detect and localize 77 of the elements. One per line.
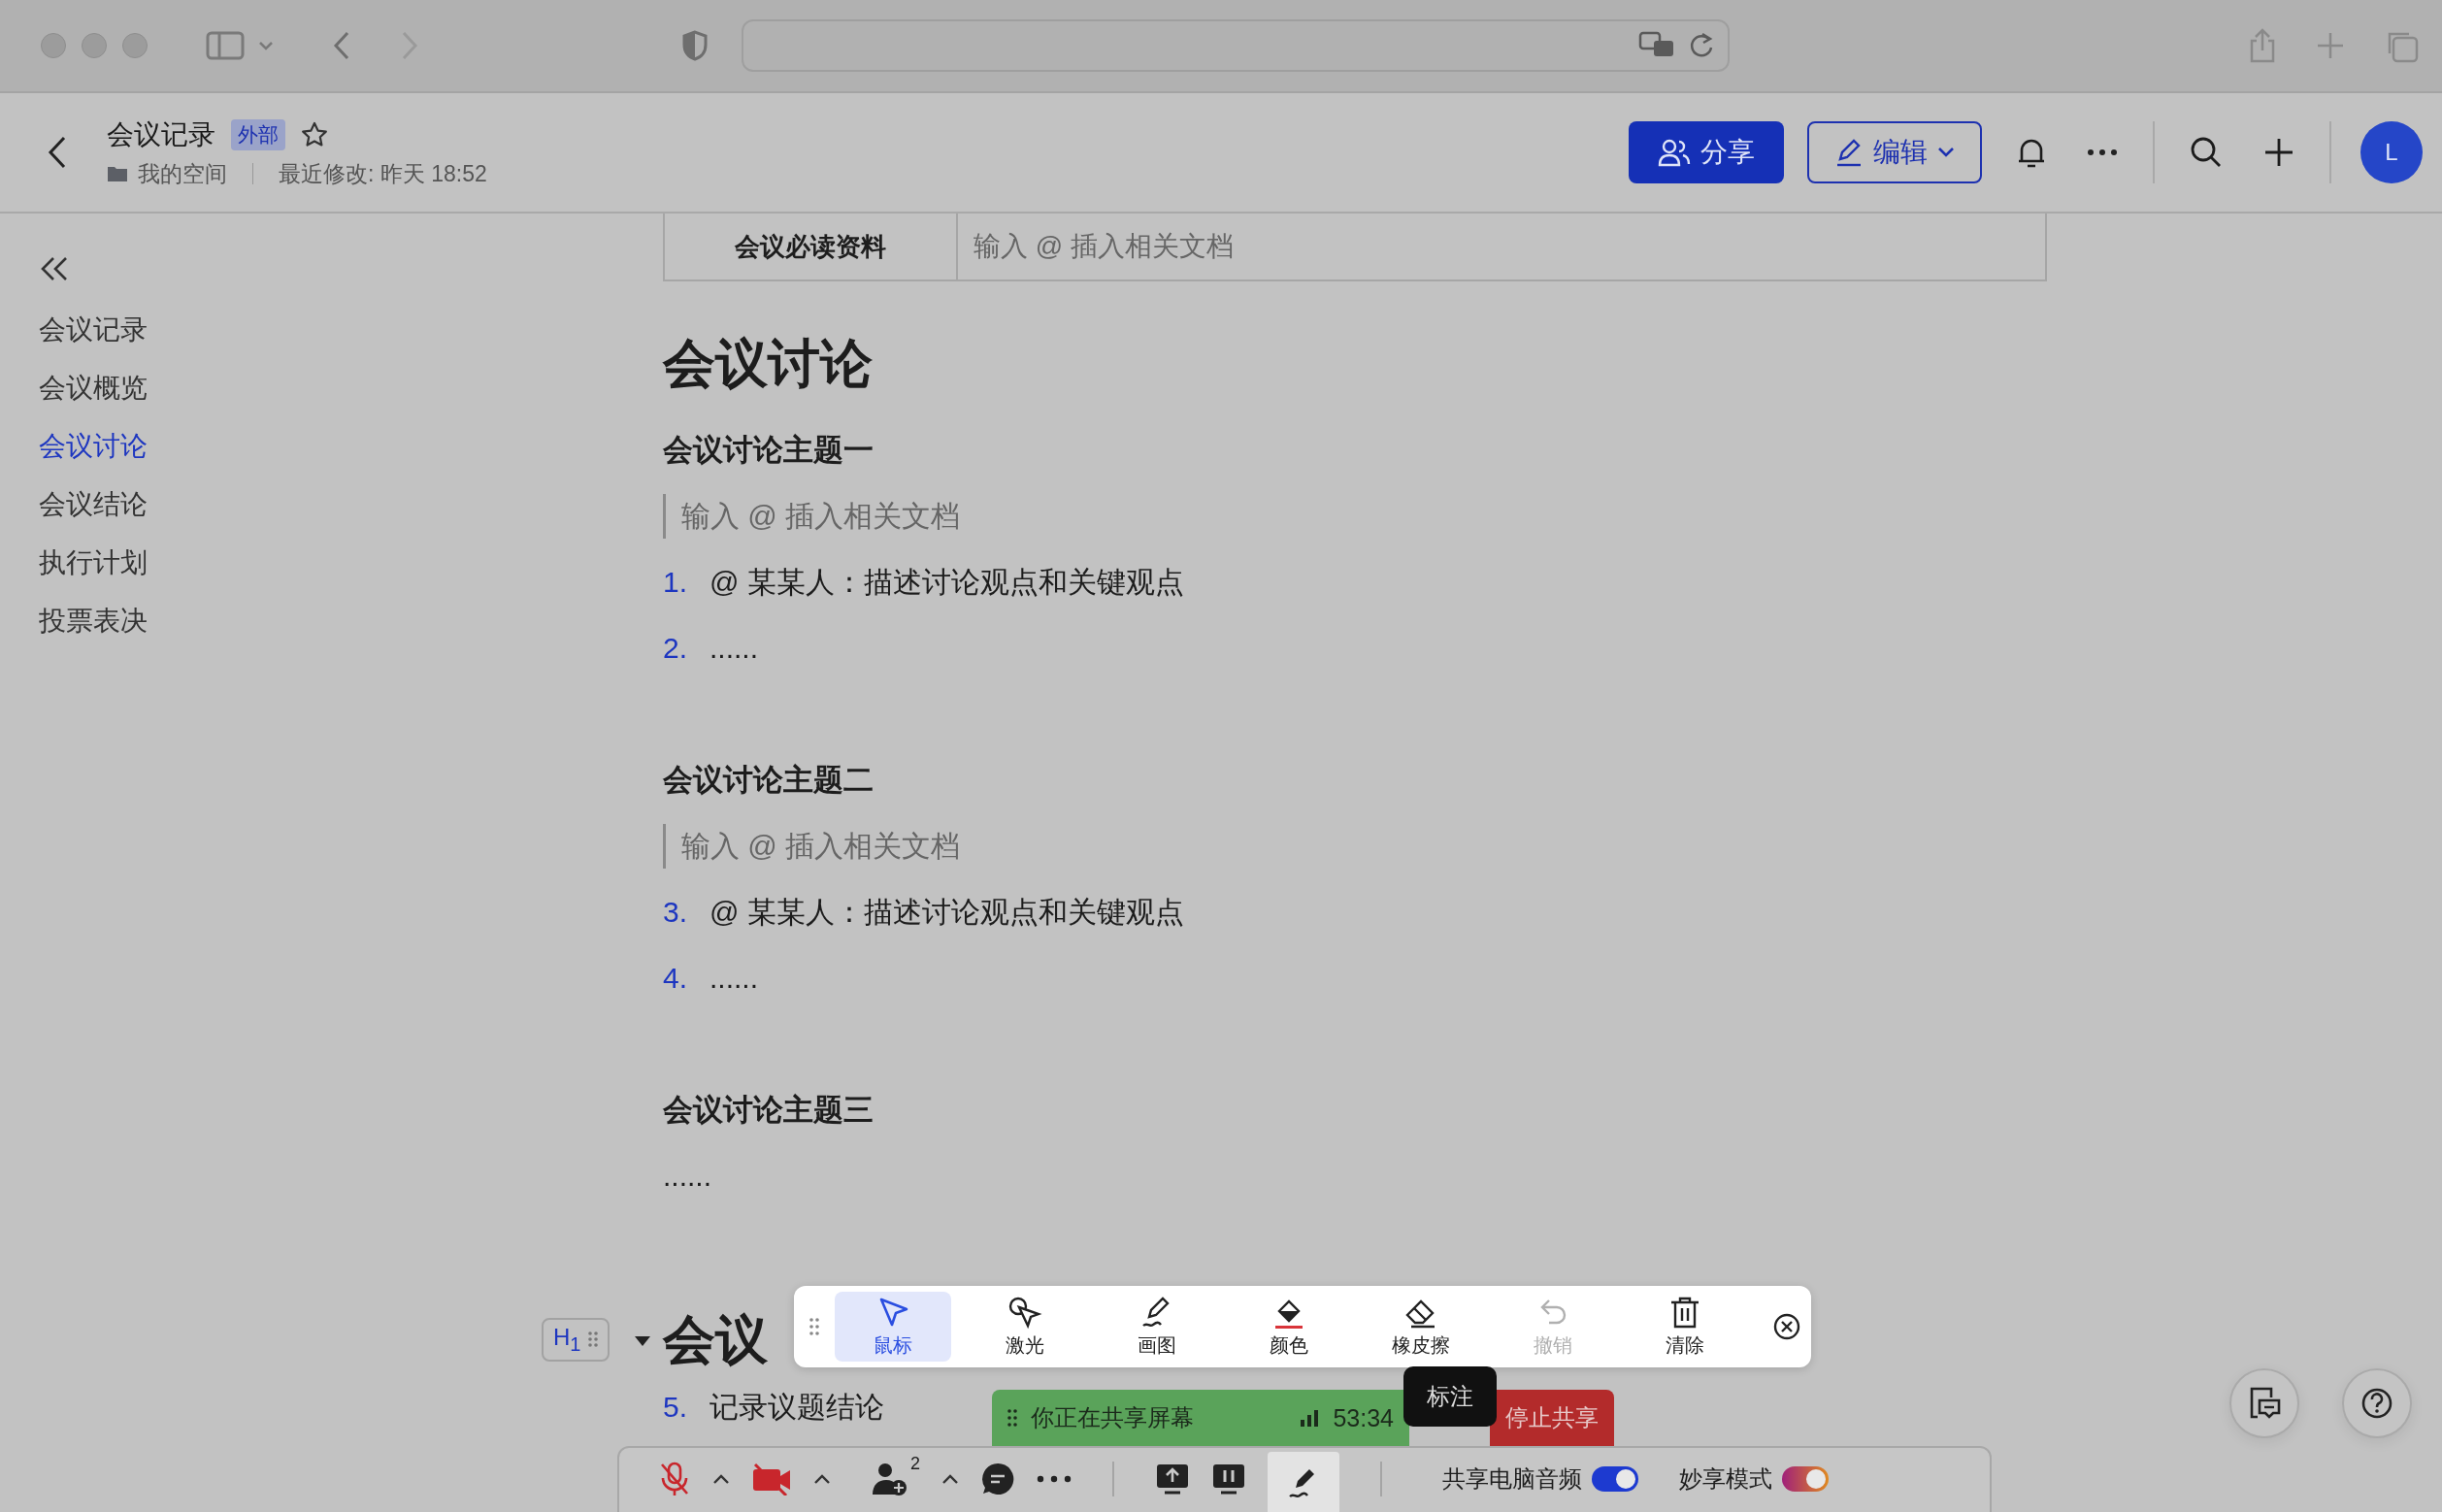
toggle-label: 共享电脑音频 — [1442, 1464, 1582, 1494]
sidebar-toggle-icon[interactable] — [206, 31, 245, 60]
reload-icon[interactable] — [1689, 32, 1714, 59]
back-icon[interactable] — [47, 135, 68, 170]
collapse-sidebar-icon[interactable] — [39, 256, 70, 281]
subheading: 会议讨论主题一 — [663, 432, 874, 469]
share-button[interactable]: 分享 — [1629, 121, 1784, 183]
list-number: 3. — [663, 896, 689, 929]
chat-icon[interactable] — [980, 1462, 1015, 1496]
people-icon — [1658, 138, 1691, 167]
list-item-text: @ 某某人：描述讨论观点和关键观点 — [710, 894, 1184, 930]
list-item-text: ...... — [710, 962, 758, 995]
microphone-icon[interactable] — [658, 1461, 691, 1497]
camera-icon[interactable] — [751, 1463, 792, 1496]
outline-item[interactable]: 会议讨论 — [39, 417, 148, 476]
more-icon[interactable] — [1037, 1475, 1072, 1483]
annotation-tool-button[interactable]: 颜色 — [1231, 1292, 1347, 1362]
document-comment-icon — [2248, 1386, 2281, 1421]
user-avatar[interactable]: L — [2360, 121, 2423, 183]
close-icon[interactable] — [1772, 1312, 1801, 1341]
annotation-tool-button[interactable]: 画图 — [1099, 1292, 1215, 1362]
list-number: 4. — [663, 962, 689, 995]
list-number: 1. — [663, 566, 689, 599]
toggle-switch[interactable] — [1782, 1466, 1829, 1492]
stop-sharing-button[interactable]: 停止共享 — [1490, 1390, 1614, 1446]
caret-icon[interactable] — [712, 1473, 730, 1485]
folder-icon — [107, 165, 128, 182]
paragraph: ...... — [663, 1159, 712, 1194]
annotation-tool-button[interactable]: 激光 — [967, 1292, 1083, 1362]
outline-item[interactable]: 投票表决 — [39, 592, 148, 650]
caret-icon[interactable] — [941, 1473, 959, 1485]
folder-name[interactable]: 我的空间 — [138, 158, 227, 189]
list-number: 2. — [663, 632, 689, 665]
subheading: 会议讨论主题二 — [663, 762, 874, 799]
edit-button[interactable]: 编辑 — [1807, 121, 1982, 183]
chevron-down-icon — [1937, 147, 1955, 158]
share-screen-icon[interactable] — [1155, 1463, 1190, 1496]
drag-handle-icon[interactable] — [588, 1331, 599, 1349]
pencil-icon — [1834, 138, 1864, 167]
help-icon — [2360, 1387, 2393, 1420]
list-item-text: @ 某某人：描述讨论观点和关键观点 — [710, 564, 1184, 600]
caret-icon[interactable] — [813, 1473, 831, 1485]
list-number: 5. — [663, 1391, 689, 1424]
pause-sharing-icon[interactable] — [1211, 1463, 1246, 1496]
sharing-timer: 53:34 — [1333, 1403, 1394, 1432]
laser-pointer-icon — [1007, 1295, 1042, 1331]
toggle-label: 妙享模式 — [1679, 1464, 1772, 1494]
tooltip: 标注 — [1403, 1366, 1497, 1427]
heading-handle[interactable]: H$_{1}$ — [542, 1318, 610, 1362]
outline-item[interactable]: 执行计划 — [39, 534, 148, 592]
document-title: 会议记录 — [107, 117, 215, 151]
star-icon[interactable] — [301, 120, 328, 148]
external-badge: 外部 — [231, 118, 285, 150]
drag-handle-icon[interactable] — [1007, 1408, 1017, 1428]
drag-handle-icon[interactable] — [809, 1317, 819, 1336]
annotation-tool-button[interactable]: 清除 — [1627, 1292, 1743, 1362]
participant-count: 2 — [910, 1454, 920, 1474]
annotate-button[interactable] — [1268, 1452, 1339, 1512]
outline-item[interactable]: 会议记录 — [39, 301, 148, 359]
add-participant-icon[interactable] — [872, 1462, 908, 1496]
annotation-tool-button[interactable]: 鼠标 — [835, 1292, 951, 1362]
sharing-status: 你正在共享屏幕 — [1031, 1403, 1194, 1432]
more-icon[interactable] — [2087, 148, 2118, 156]
toggle-switch[interactable] — [1592, 1466, 1638, 1492]
outline-item[interactable]: 会议结论 — [39, 476, 148, 534]
outline-item[interactable]: 会议概览 — [39, 359, 148, 417]
heading: 会议 — [663, 1308, 768, 1370]
list-item-text: 记录议题结论 — [710, 1389, 884, 1425]
last-modified: 最近修改: 昨天 18:52 — [279, 159, 487, 188]
search-icon[interactable] — [2190, 136, 2223, 169]
add-icon[interactable] — [2263, 137, 2294, 168]
annotation-tool-button[interactable]: 橡皮擦 — [1363, 1292, 1479, 1362]
list-item-text: ...... — [710, 632, 758, 665]
signal-icon — [1300, 1409, 1320, 1427]
heading: 会议讨论 — [663, 332, 873, 394]
collapse-triangle-icon[interactable] — [634, 1335, 651, 1347]
subheading: 会议讨论主题三 — [663, 1092, 874, 1129]
